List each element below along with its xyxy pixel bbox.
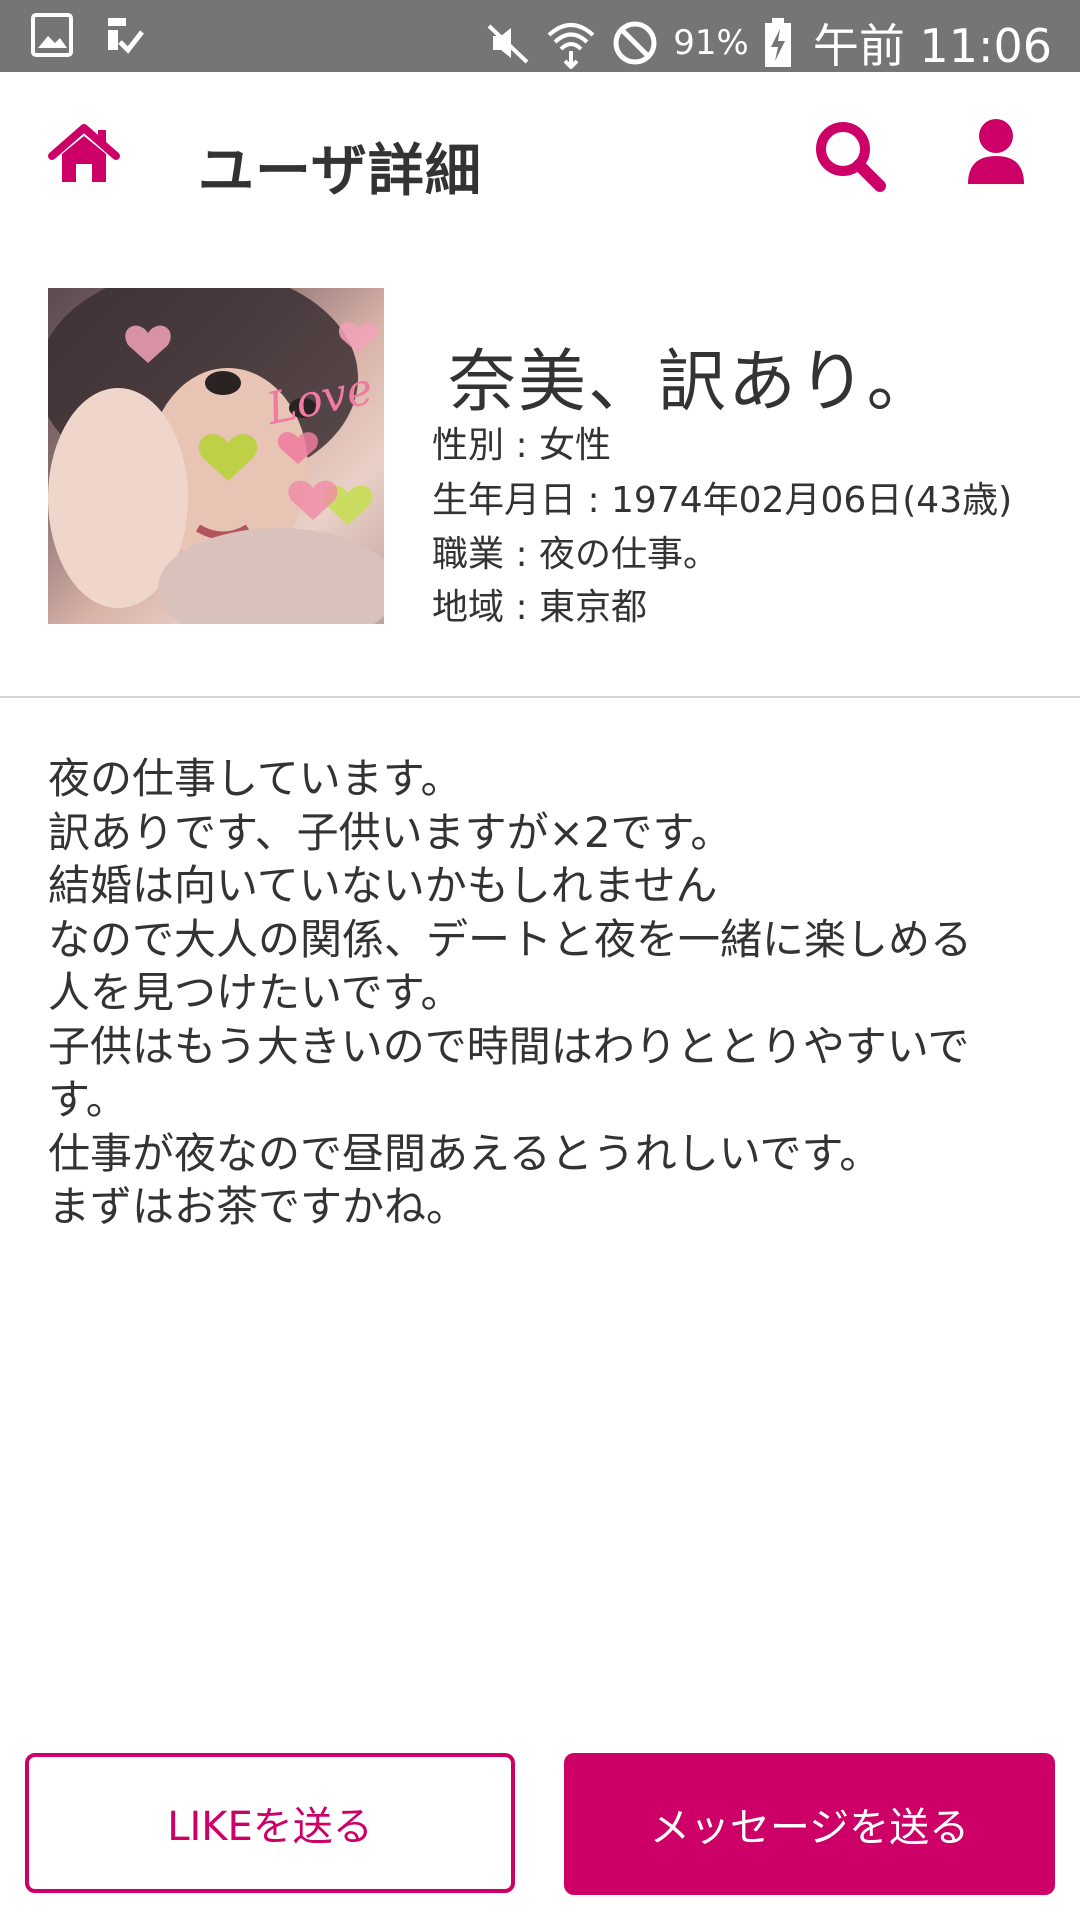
home-button[interactable] — [48, 124, 120, 186]
region-value: 東京都 — [539, 587, 648, 628]
search-icon — [816, 122, 886, 192]
bio-line: なので大人の関係、デートと夜を一緒に楽しめる — [48, 914, 973, 964]
page-title: ユーザ詳細 — [198, 139, 482, 204]
status-bar-system: 91% 午前 11:06 — [485, 10, 1052, 76]
profile-header: Love 奈美、訳あり。 性別女性 生年月日1974年02月06日(43歳) 職… — [0, 288, 1080, 628]
send-message-button[interactable]: メッセージを送る — [564, 1753, 1055, 1895]
send-like-button[interactable]: LIKEを送る — [25, 1753, 515, 1893]
download-done-icon — [108, 18, 144, 54]
job-label: 職業 — [432, 534, 539, 575]
status-bar-notifications — [30, 12, 146, 58]
birthday-value: 1974年02月06日(43歳) — [611, 480, 1013, 521]
mute-icon — [487, 24, 529, 64]
bio-line: 夜の仕事しています。 — [48, 754, 463, 803]
profile-region: 地域東京都 — [432, 578, 647, 630]
profile-birthday: 生年月日1974年02月06日(43歳) — [432, 471, 1012, 523]
bio-line: 結婚は向いていないかもしれません — [48, 861, 718, 910]
profile-name: 奈美、訳あり。 — [448, 343, 937, 422]
section-divider — [0, 696, 1080, 698]
user-icon — [968, 119, 1024, 184]
region-label: 地域 — [432, 587, 539, 628]
wifi-icon — [547, 23, 595, 69]
app-bar: ユーザ詳細 — [0, 72, 1080, 242]
profile-photo[interactable]: Love — [48, 288, 384, 624]
gender-label: 性別 — [432, 425, 539, 466]
job-value: 夜の仕事。 — [539, 534, 720, 575]
clock: 午前 11:06 — [812, 19, 1052, 73]
bio-line: 訳ありです、子供いますが×2です。 — [48, 807, 733, 857]
profile-job: 職業夜の仕事。 — [432, 525, 719, 577]
profile-photo-art: Love — [48, 288, 384, 624]
bio-line: す。 — [48, 1075, 128, 1124]
image-icon — [31, 13, 73, 57]
battery-charging-icon — [764, 18, 791, 67]
block-icon — [613, 21, 657, 65]
status-bar: 91% 午前 11:06 — [0, 0, 1080, 73]
search-button[interactable] — [812, 118, 888, 194]
bio-line: 人を見つけたいです。 — [48, 968, 463, 1017]
profile-gender: 性別女性 — [432, 416, 611, 468]
birthday-label: 生年月日 — [432, 480, 611, 521]
profile-bio: 夜の仕事しています。 訳ありです、子供いますが×2です。 結婚は向いていないかも… — [48, 752, 1038, 1234]
bio-line: まずはお茶ですかね。 — [48, 1182, 469, 1231]
gender-value: 女性 — [539, 425, 612, 466]
user-button[interactable] — [966, 118, 1026, 188]
battery-percent: 91% — [673, 23, 749, 63]
bio-line: 子供はもう大きいので時間はわりととりやすいで — [48, 1021, 970, 1071]
bio-line: 仕事が夜なので昼間あえるとうれしいです。 — [48, 1128, 882, 1178]
home-icon — [48, 124, 120, 182]
